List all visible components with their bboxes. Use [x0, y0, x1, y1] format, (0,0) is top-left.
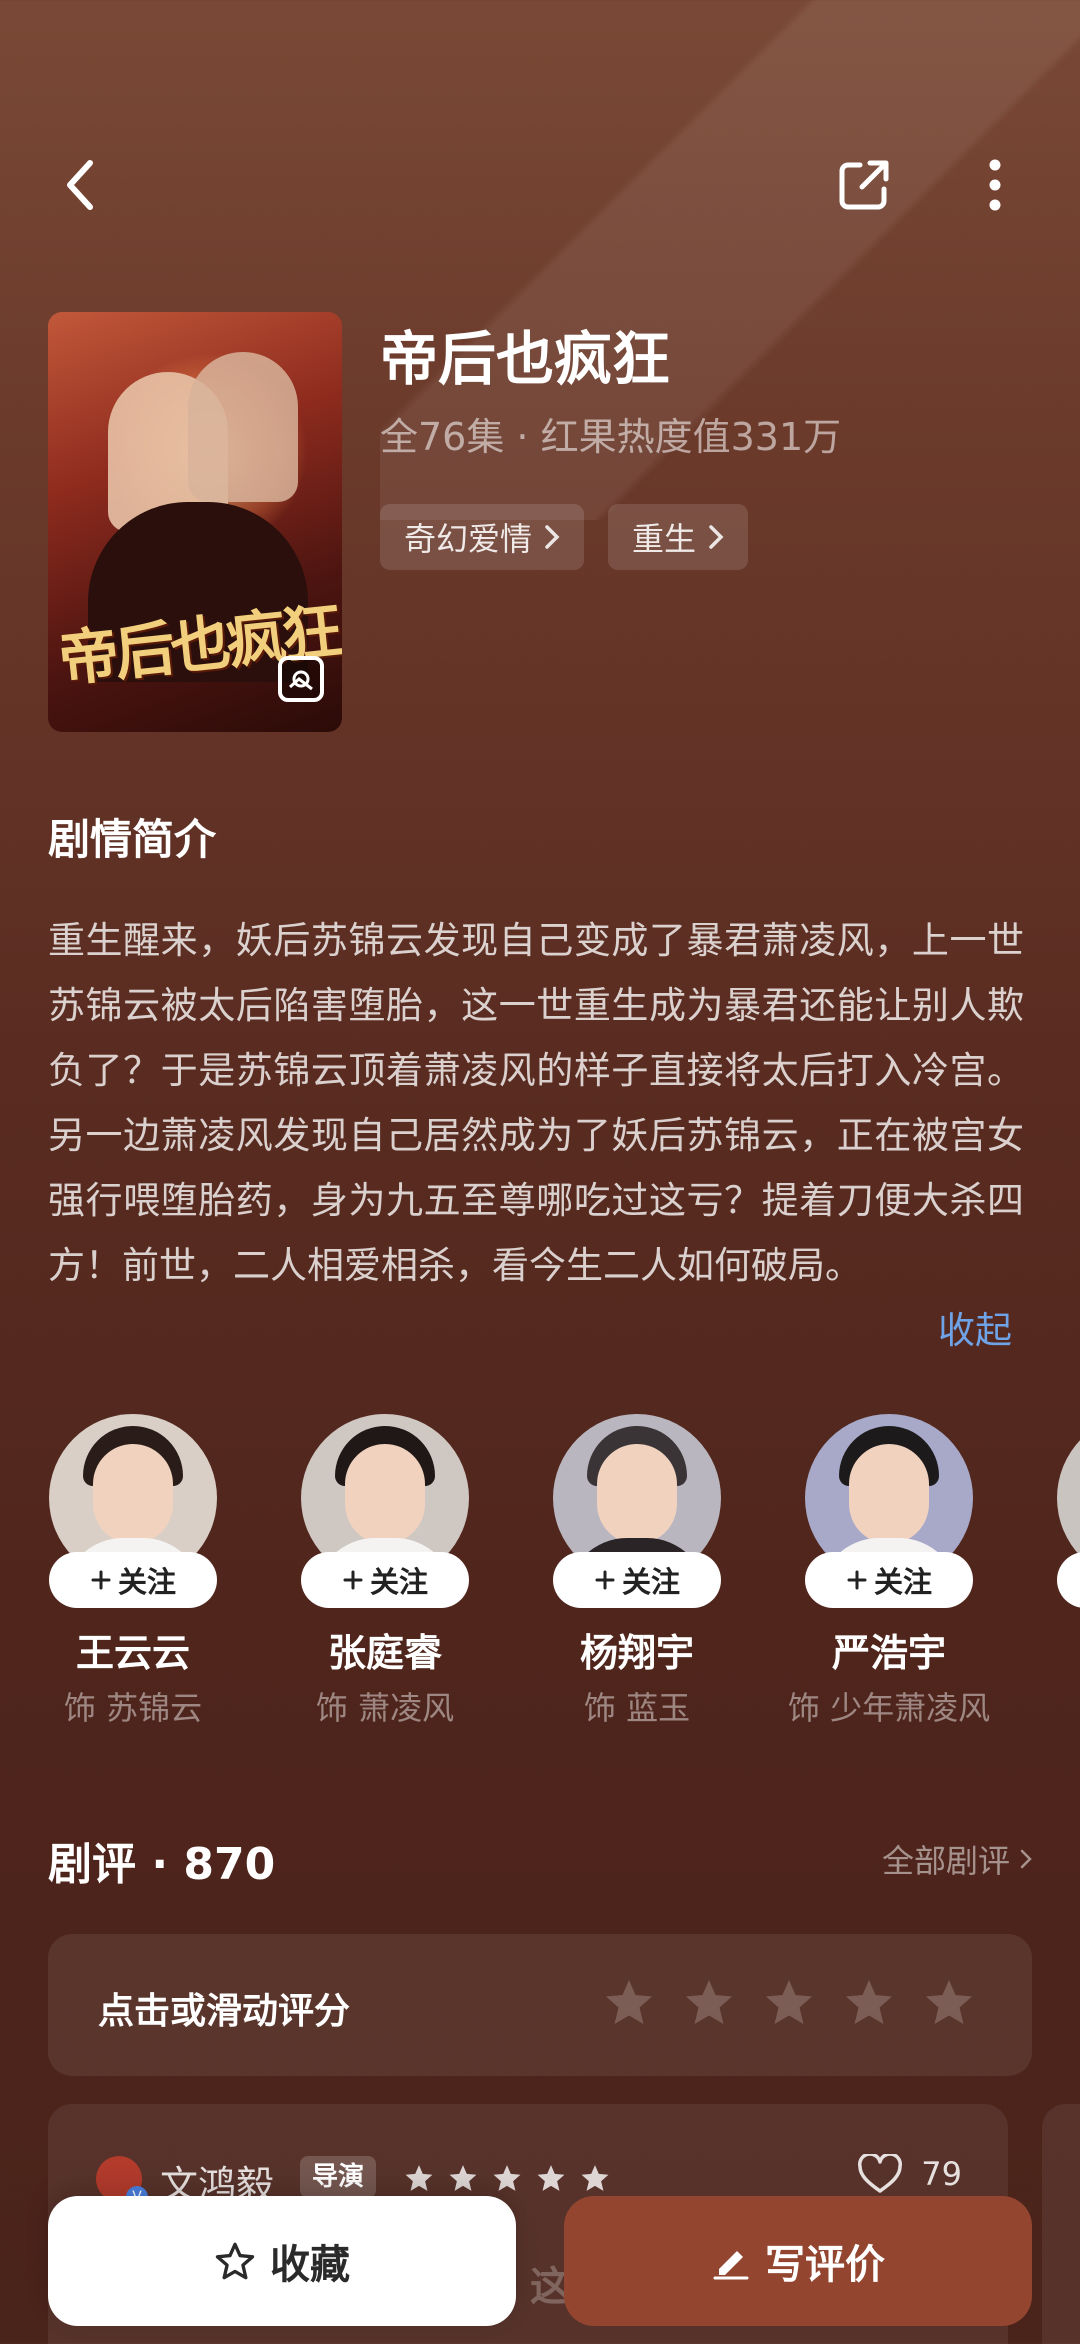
top-bar	[0, 140, 1080, 230]
star-icon	[405, 2165, 433, 2191]
follow-label: 关注	[873, 1565, 932, 1599]
cast-item[interactable]: 关注 张庭睿 饰 萧凌风	[270, 1414, 500, 1729]
star-icon	[449, 2165, 477, 2191]
star-icon[interactable]	[684, 1978, 734, 2026]
follow-label: 关注	[369, 1565, 428, 1599]
chevron-right-icon	[1020, 1849, 1032, 1869]
star-icon[interactable]	[844, 1978, 894, 2026]
avatar-face	[597, 1444, 677, 1544]
cast-name: 杨翔宇	[579, 1631, 694, 1675]
chevron-right-icon	[545, 525, 560, 549]
star-icon	[493, 2165, 521, 2191]
rating-prompt: 点击或滑动评分	[98, 1991, 351, 2032]
cast-role: 饰 少年萧凌风	[787, 1689, 991, 1727]
synopsis-heading: 剧情简介	[48, 815, 217, 864]
follow-label: 关注	[117, 1565, 176, 1599]
star-icon	[581, 2165, 609, 2191]
drama-meta: 全76集 · 红果热度值331万	[380, 415, 842, 459]
star-icon[interactable]	[764, 1978, 814, 2026]
reviews-heading: 剧评 · 870	[48, 1839, 276, 1890]
plus-icon	[91, 1570, 111, 1590]
gallery-icon[interactable]	[278, 656, 324, 702]
review-card-next[interactable]	[1042, 2104, 1080, 2344]
avatar-face	[345, 1444, 425, 1544]
pencil-icon	[713, 2251, 749, 2280]
more-button[interactable]	[955, 145, 1035, 225]
genre-tags: 奇幻爱情 重生	[380, 504, 749, 570]
chevron-left-icon	[67, 160, 93, 210]
collect-button[interactable]: 收藏	[48, 2196, 516, 2326]
follow-button[interactable]: 关注	[805, 1552, 973, 1608]
all-reviews-link[interactable]: 全部剧评	[882, 1836, 1032, 1882]
star-icon	[537, 2165, 565, 2191]
avatar-face	[849, 1444, 929, 1544]
more-vertical-icon	[989, 159, 1001, 211]
tag-label: 重生	[632, 520, 697, 558]
drama-title: 帝后也疯狂	[380, 325, 671, 393]
avatar-face	[93, 1444, 173, 1544]
rating-card[interactable]: 点击或滑动评分	[48, 1934, 1032, 2076]
all-reviews-label: 全部剧评	[881, 1842, 1010, 1880]
role-badge: 导演	[300, 2156, 377, 2198]
like-button[interactable]: 79	[857, 2154, 962, 2194]
collect-label: 收藏	[270, 2242, 350, 2288]
plus-icon	[847, 1570, 867, 1590]
cast-item[interactable]: 关注 杨翔宇 饰 蓝玉	[522, 1414, 752, 1729]
cast-role: 饰 蓝玉	[583, 1689, 691, 1727]
heart-icon	[858, 2154, 903, 2193]
cast-role: 饰	[1026, 1622, 1080, 1668]
follow-button[interactable]: 关注	[301, 1552, 469, 1608]
follow-button[interactable]: 关注	[1057, 1552, 1080, 1608]
plus-icon	[343, 1570, 363, 1590]
plus-icon	[595, 1570, 615, 1590]
write-review-button[interactable]: 写评价	[564, 2196, 1032, 2326]
poster-figure	[188, 352, 298, 502]
star-outline-icon	[215, 2242, 255, 2280]
star-icon[interactable]	[924, 1978, 974, 2026]
cast-role: 饰 萧凌风	[315, 1689, 455, 1727]
tag-label: 奇幻爱情	[404, 520, 533, 558]
cast-item[interactable]: 关注 严浩宇 饰 少年萧凌风	[774, 1414, 1004, 1729]
synopsis-text: 重生醒来，妖后苏锦云发现自己变成了暴君萧凌风，上一世苏锦云被太后陷害堕胎，这一世…	[48, 919, 1024, 1287]
follow-button[interactable]: 关注	[49, 1552, 217, 1608]
tag-rebirth[interactable]: 重生	[608, 504, 749, 570]
chevron-right-icon	[709, 525, 724, 549]
share-button[interactable]	[824, 145, 904, 225]
rating-stars[interactable]	[604, 1978, 974, 2026]
tag-fantasy-romance[interactable]: 奇幻爱情	[380, 504, 585, 570]
cast-role: 饰 苏锦云	[63, 1689, 203, 1727]
cast-name: 严浩宇	[831, 1631, 946, 1675]
like-count: 79	[921, 2155, 962, 2193]
cast-list[interactable]: 关注 王云云 饰 苏锦云 关注 张庭睿 饰 萧凌风 关注 杨翔宇 饰 蓝玉 关注…	[0, 1414, 1080, 1734]
write-review-label: 写评价	[765, 2242, 885, 2288]
follow-button[interactable]: 关注	[553, 1552, 721, 1608]
follow-label: 关注	[621, 1565, 680, 1599]
cast-name: 张庭睿	[327, 1631, 442, 1675]
cast-item[interactable]: 关注 王云云 饰 苏锦云	[18, 1414, 248, 1729]
review-stars	[404, 2164, 610, 2192]
cast-item[interactable]: 关注 饰	[1026, 1414, 1080, 1668]
share-icon	[839, 160, 889, 210]
back-button[interactable]	[40, 145, 120, 225]
cast-name: 王云云	[75, 1631, 190, 1675]
collapse-link[interactable]: 收起	[938, 1300, 1012, 1354]
star-icon[interactable]	[604, 1978, 654, 2026]
drama-poster[interactable]: 帝后也疯狂	[48, 312, 342, 732]
